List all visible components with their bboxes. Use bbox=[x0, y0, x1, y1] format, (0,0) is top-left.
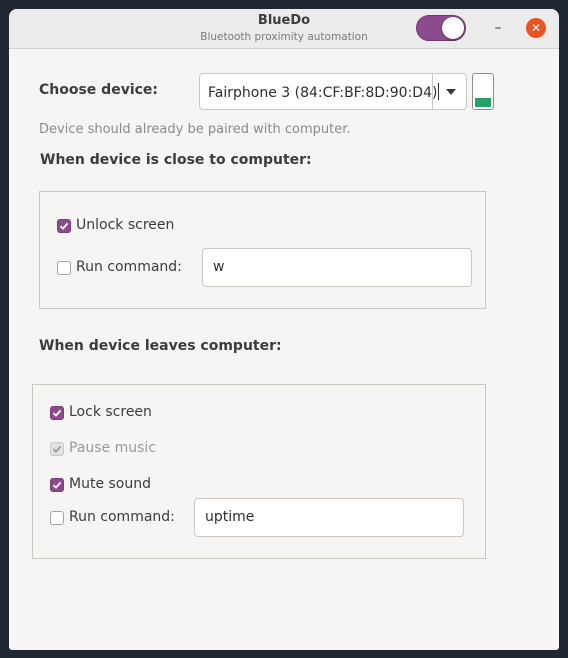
mute-sound-label[interactable]: Mute sound bbox=[69, 476, 151, 492]
close-icon[interactable]: ✕ bbox=[526, 18, 546, 38]
lock-screen-checkbox[interactable] bbox=[50, 406, 64, 420]
leave-run-command-label[interactable]: Run command: bbox=[69, 509, 175, 525]
chevron-down-icon[interactable] bbox=[446, 89, 456, 95]
unlock-screen-checkbox[interactable] bbox=[57, 219, 71, 233]
battery-level-fill bbox=[475, 98, 491, 107]
leave-command-input[interactable]: uptime bbox=[194, 498, 464, 537]
pause-music-label: Pause music bbox=[69, 440, 157, 456]
checkmark-icon bbox=[52, 445, 62, 453]
close-run-command-label[interactable]: Run command: bbox=[76, 259, 182, 275]
device-hint: Device should already be paired with com… bbox=[39, 122, 351, 137]
checkmark-icon bbox=[59, 222, 69, 230]
leave-run-command-checkbox[interactable] bbox=[50, 511, 64, 525]
combobox-separator bbox=[432, 74, 433, 109]
toggle-knob bbox=[442, 17, 464, 39]
close-run-command-checkbox[interactable] bbox=[57, 261, 71, 275]
choose-device-label: Choose device: bbox=[39, 82, 159, 98]
checkmark-icon bbox=[52, 409, 62, 417]
device-combobox[interactable]: Fairphone 3 (84:CF:BF:8D:90:D4) bbox=[199, 73, 467, 110]
leave-command-value[interactable]: uptime bbox=[205, 509, 254, 525]
device-combobox-value[interactable]: Fairphone 3 (84:CF:BF:8D:90:D4) bbox=[208, 83, 440, 101]
lock-screen-label[interactable]: Lock screen bbox=[69, 404, 152, 420]
close-actions-frame: Unlock screen Run command: w bbox=[39, 191, 486, 309]
minimize-icon[interactable]: – bbox=[487, 17, 509, 39]
checkmark-icon bbox=[52, 481, 62, 489]
title-bar[interactable]: BlueDo Bluetooth proximity automation – … bbox=[9, 9, 559, 49]
leave-section-heading: When device leaves computer: bbox=[39, 338, 282, 354]
pause-music-checkbox bbox=[50, 442, 64, 456]
close-command-value[interactable]: w bbox=[213, 259, 224, 275]
window-title: BlueDo bbox=[257, 13, 311, 28]
close-section-heading: When device is close to computer: bbox=[40, 152, 312, 168]
close-command-input[interactable]: w bbox=[202, 248, 472, 287]
battery-icon bbox=[472, 73, 494, 110]
unlock-screen-label[interactable]: Unlock screen bbox=[76, 217, 174, 233]
mute-sound-checkbox[interactable] bbox=[50, 478, 64, 492]
enable-toggle-switch[interactable] bbox=[416, 15, 466, 41]
window-subtitle: Bluetooth proximity automation bbox=[200, 31, 368, 43]
app-window: BlueDo Bluetooth proximity automation – … bbox=[9, 9, 559, 650]
leave-actions-frame: Lock screen Pause music Mute sound Run c… bbox=[32, 384, 486, 559]
